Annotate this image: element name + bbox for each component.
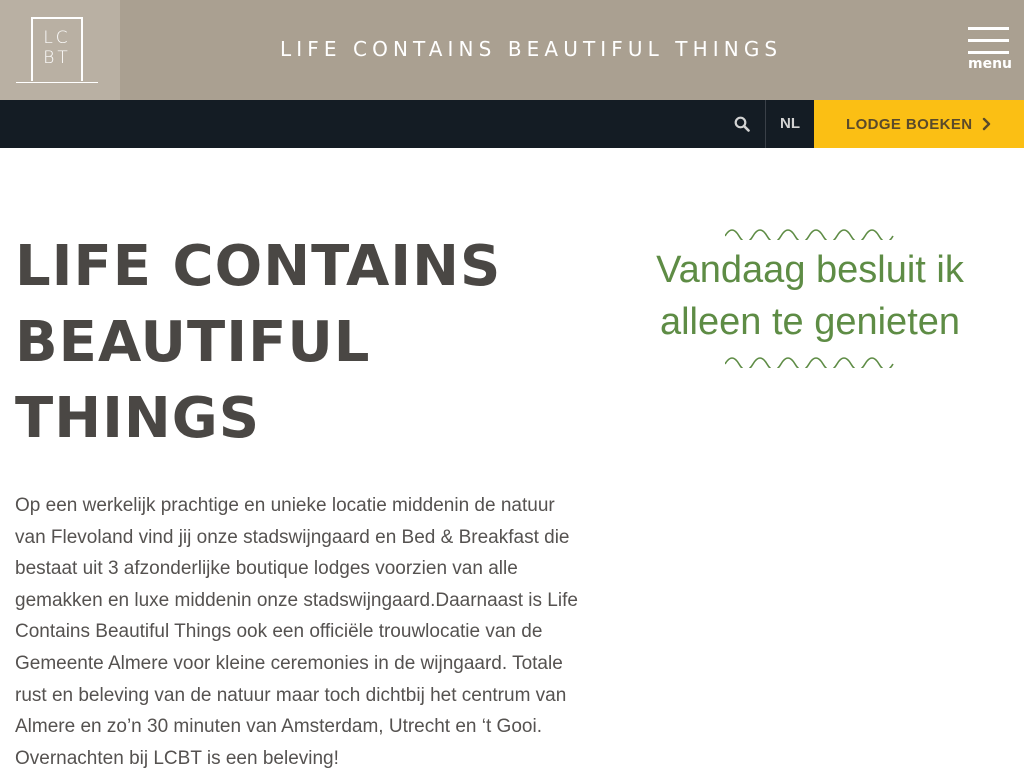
chevron-right-icon	[982, 117, 991, 131]
search-icon	[734, 116, 750, 132]
menu-button[interactable]: menu	[968, 27, 1013, 75]
page-title: LIFE CONTAINS BEAUTIFUL THINGS	[15, 234, 502, 451]
quote-block: Vandaag besluit ik alleen te genieten	[620, 224, 1000, 368]
logo-line-2: BT	[43, 48, 71, 68]
hamburger-icon	[968, 27, 1009, 30]
search-button[interactable]	[718, 100, 766, 148]
utility-navbar: NL LODGE BOEKEN	[0, 100, 1024, 148]
hamburger-icon-bar	[968, 39, 1009, 42]
site-title: LIFE CONTAINS BEAUTIFUL THINGS	[280, 37, 783, 61]
book-lodge-label: LODGE BOEKEN	[846, 115, 973, 133]
menu-label: menu	[968, 56, 1013, 72]
wave-divider-icon	[725, 357, 894, 368]
wave-divider-icon	[725, 229, 894, 240]
hamburger-icon-bar	[968, 51, 1009, 54]
language-switcher[interactable]: NL	[766, 100, 814, 148]
site-logo[interactable]: LC BT	[0, 0, 120, 100]
logo-line-1: LC	[43, 28, 71, 48]
site-header: LC BT LIFE CONTAINS BEAUTIFUL THINGS men…	[0, 0, 1024, 100]
intro-paragraph: Op een werkelijk prachtige en unieke loc…	[15, 495, 578, 768]
logo-mark: LC BT	[16, 17, 98, 83]
quote-text: Vandaag besluit ik alleen te genieten	[656, 249, 964, 343]
book-lodge-button[interactable]: LODGE BOEKEN	[814, 100, 1024, 148]
